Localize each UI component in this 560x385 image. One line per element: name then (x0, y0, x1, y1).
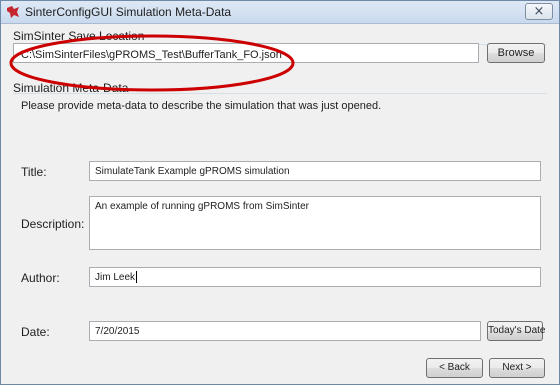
browse-button[interactable]: Browse (487, 43, 545, 63)
author-input[interactable]: Jim Leek (89, 267, 541, 287)
metadata-instruction: Please provide meta-data to describe the… (21, 100, 382, 112)
description-textarea[interactable]: An example of running gPROMS from SimSin… (89, 196, 541, 250)
date-input[interactable]: 7/20/2015 (89, 321, 481, 341)
date-field-label: Date: (21, 325, 50, 339)
metadata-divider (13, 93, 547, 94)
window-content: SimSinter Save Location C:\SimSinterFile… (1, 24, 559, 384)
title-field-label: Title: (21, 165, 47, 179)
window-title: SinterConfigGUI Simulation Meta-Data (25, 5, 232, 19)
simulation-metadata-window: SinterConfigGUI Simulation Meta-Data × S… (0, 0, 560, 385)
text-caret (136, 271, 137, 283)
save-location-group-title: SimSinter Save Location (13, 29, 145, 43)
app-logo-icon (7, 6, 19, 18)
todays-date-button[interactable]: Today's Date (487, 321, 546, 341)
author-input-value: Jim Leek (95, 272, 136, 283)
title-bar: SinterConfigGUI Simulation Meta-Data × (1, 1, 559, 24)
title-input[interactable]: SimulateTank Example gPROMS simulation (89, 161, 541, 181)
next-button[interactable]: Next > (489, 358, 545, 378)
close-button[interactable]: × (525, 3, 553, 20)
close-icon[interactable]: × (526, 4, 552, 19)
back-button[interactable]: < Back (426, 358, 483, 378)
author-field-label: Author: (21, 271, 60, 285)
description-field-label: Description: (21, 217, 85, 231)
save-path-input[interactable]: C:\SimSinterFiles\gPROMS_Test\BufferTank… (13, 43, 479, 63)
